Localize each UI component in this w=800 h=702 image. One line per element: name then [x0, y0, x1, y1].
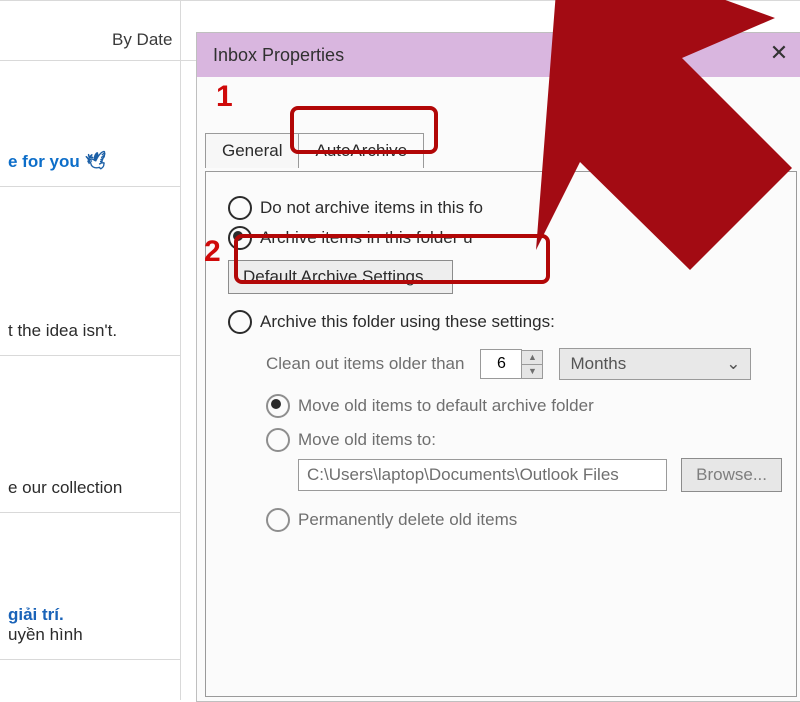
dove-icon: 🕊	[84, 150, 109, 173]
spinner-up-icon[interactable]: ▲	[522, 351, 542, 365]
autoarchive-panel: Do not archive items in this fo Archive …	[205, 171, 797, 697]
clean-out-value[interactable]	[480, 349, 522, 379]
annotation-number-2: 2	[204, 235, 221, 269]
radio-archive-default[interactable]	[228, 226, 252, 250]
radio-archive-custom[interactable]	[228, 310, 252, 334]
browse-button: Browse...	[681, 458, 782, 492]
clean-out-unit-label: Months	[570, 354, 626, 374]
clean-out-label: Clean out items older than	[266, 354, 464, 374]
mail-list-fragment: e for you🕊 t the idea isn't. e our colle…	[0, 0, 181, 700]
close-icon[interactable]: ✕	[763, 37, 795, 69]
radio-archive-default-label-left: Archive items in this folder u	[260, 228, 473, 248]
dialog-tabs: General AutoArchive	[205, 133, 423, 168]
spinner-down-icon[interactable]: ▼	[522, 365, 542, 378]
radio-archive-custom-label: Archive this folder using these settings…	[260, 312, 555, 332]
tab-general[interactable]: General	[205, 133, 299, 168]
inbox-properties-dialog: Inbox Properties ✕ General AutoArchive D…	[196, 32, 800, 702]
dialog-titlebar[interactable]: Inbox Properties ✕	[197, 33, 800, 77]
radio-permanently-delete	[266, 508, 290, 532]
mail-item-label: e for you	[8, 152, 80, 171]
mail-item-sub: uyền hình	[8, 625, 170, 645]
radio-move-to	[266, 428, 290, 452]
mail-item-title: giải trí.	[8, 605, 170, 625]
clean-out-unit-select[interactable]: Months ⌄	[559, 348, 751, 380]
tab-autoarchive[interactable]: AutoArchive	[298, 133, 424, 168]
radio-do-not-archive-label: Do not archive items in this fo	[260, 198, 483, 218]
radio-permanently-delete-label: Permanently delete old items	[298, 510, 517, 530]
mail-item-collection[interactable]: e our collection	[0, 464, 180, 513]
mail-item-for-you[interactable]: e for you🕊	[0, 138, 180, 187]
dialog-title: Inbox Properties	[213, 45, 344, 66]
radio-do-not-archive[interactable]	[228, 196, 252, 220]
mail-item-giaitri[interactable]: giải trí. uyền hình	[0, 591, 180, 660]
annotation-number-1: 1	[216, 80, 233, 114]
clean-out-spinner[interactable]: ▲ ▼	[480, 349, 543, 379]
radio-archive-default-label-right: tings	[663, 228, 699, 248]
archive-path-input	[298, 459, 667, 491]
radio-move-to-label: Move old items to:	[298, 430, 436, 450]
radio-move-default-label: Move old items to default archive folder	[298, 396, 594, 416]
chevron-down-icon: ⌄	[726, 354, 740, 374]
mail-item-idea[interactable]: t the idea isn't.	[0, 307, 180, 356]
radio-move-default	[266, 394, 290, 418]
default-archive-settings-button[interactable]: Default Archive Settings...	[228, 260, 453, 294]
